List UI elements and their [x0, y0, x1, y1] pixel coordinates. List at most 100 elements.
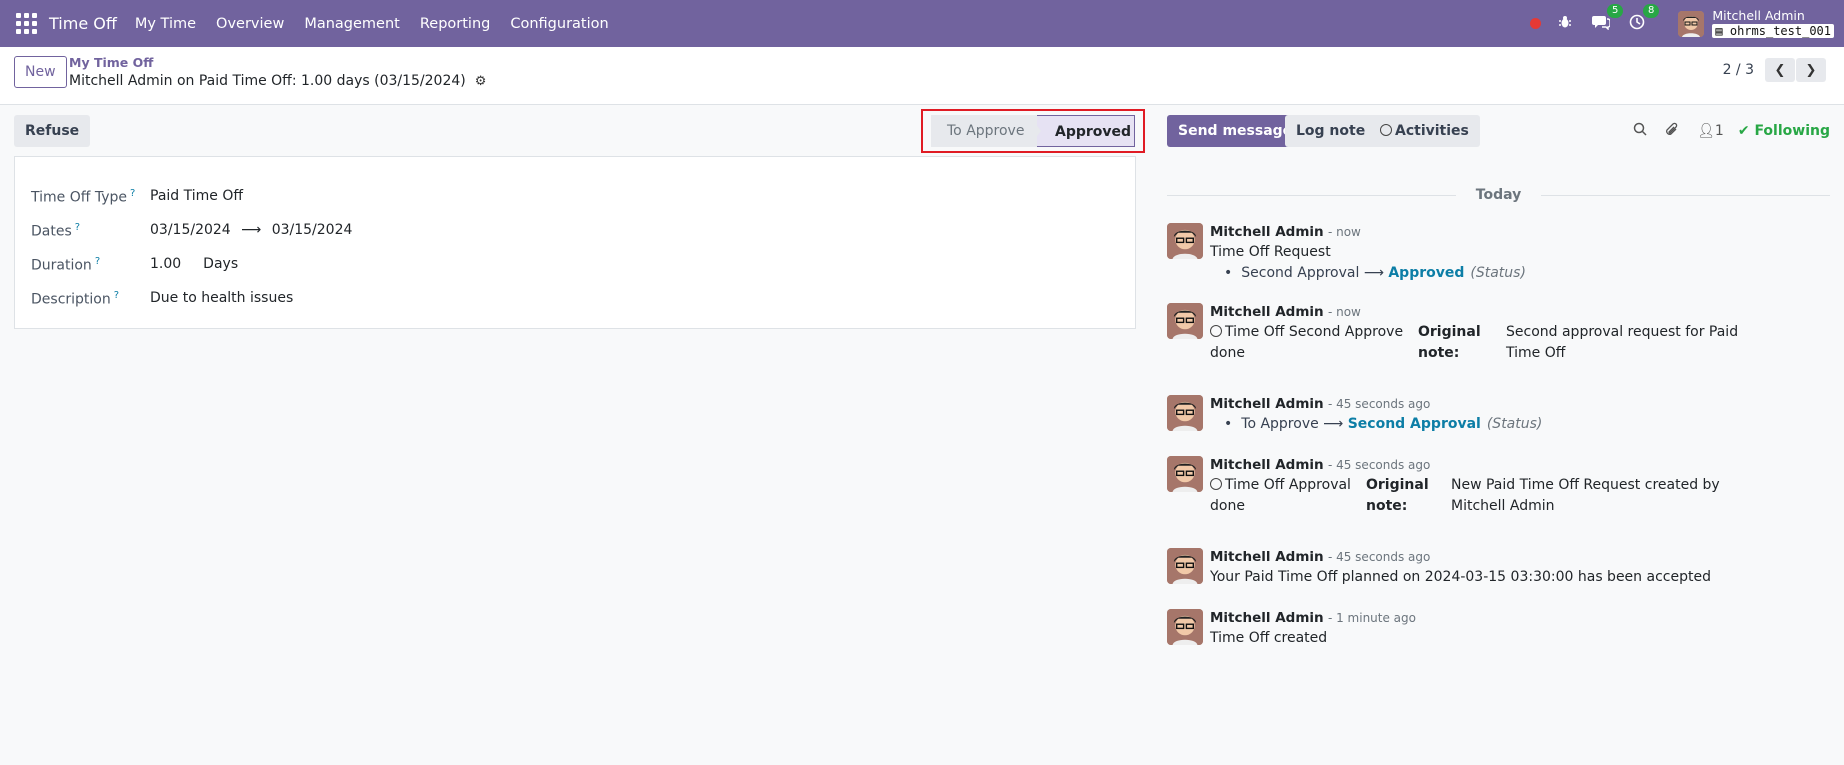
field-label-duration: Duration?: [31, 256, 150, 274]
date-to[interactable]: 03/15/2024: [272, 222, 353, 238]
app-name[interactable]: Time Off: [49, 14, 117, 33]
original-note-value: New Paid Time Off Request created by Mit…: [1451, 477, 1720, 514]
description-value[interactable]: Due to health issues: [150, 290, 293, 308]
message-header: Mitchell Admin - 45 seconds ago: [1210, 547, 1825, 567]
pager-next-button[interactable]: ❯: [1796, 58, 1826, 82]
activity-clock-icon: [1210, 325, 1222, 337]
activities-button[interactable]: Activities: [1369, 115, 1480, 147]
help-tooltip-icon[interactable]: ?: [114, 290, 119, 301]
stage-arrow: [1029, 115, 1041, 147]
type-label-text: Time Off Type: [31, 189, 127, 206]
message-author[interactable]: Mitchell Admin: [1210, 457, 1324, 473]
menu-reporting[interactable]: Reporting: [420, 16, 491, 32]
pager: 2 / 3 ❮ ❯: [1723, 58, 1826, 82]
statusbar-highlight: To Approve Approved: [921, 109, 1145, 153]
followers-button[interactable]: 👤︎1: [1697, 123, 1724, 139]
field-dates: Dates? 03/15/2024 ⟶ 03/15/2024: [31, 222, 352, 240]
message-body: Mitchell Admin - 45 seconds ago Your Pai…: [1210, 547, 1825, 588]
message-author[interactable]: Mitchell Admin: [1210, 304, 1324, 320]
track-field: (Status): [1470, 265, 1526, 281]
message-body: Mitchell Admin - now Time Off Second App…: [1210, 302, 1825, 364]
apps-grid-icon[interactable]: [14, 12, 38, 36]
date-from[interactable]: 03/15/2024: [150, 222, 231, 238]
message-header: Mitchell Admin - 45 seconds ago: [1210, 394, 1825, 414]
help-tooltip-icon[interactable]: ?: [130, 188, 135, 199]
author-avatar[interactable]: [1167, 456, 1203, 492]
message-header: Mitchell Admin - now: [1210, 302, 1825, 322]
clock-icon: [1380, 124, 1392, 136]
chevron-right-icon: ❯: [1805, 62, 1817, 78]
help-tooltip-icon[interactable]: ?: [95, 256, 100, 267]
database-label: ohrms_test_001: [1729, 24, 1831, 38]
field-label-description: Description?: [31, 290, 150, 308]
activities-badge: 8: [1643, 3, 1660, 18]
original-note-label: Original note:: [1418, 324, 1481, 361]
recording-dot-icon[interactable]: [1530, 18, 1542, 29]
tracking-value: Second Approval ⟶ Approved (Status): [1238, 263, 1825, 284]
message-header: Mitchell Admin - 45 seconds ago: [1210, 455, 1825, 475]
author-avatar[interactable]: [1167, 223, 1203, 259]
author-avatar[interactable]: [1167, 548, 1203, 584]
date-separator-label: Today: [1475, 187, 1522, 203]
messages-badge: 5: [1607, 3, 1624, 18]
message-body: Mitchell Admin - now Time Off Request Se…: [1210, 222, 1825, 284]
field-duration: Duration? 1.00 Days: [31, 256, 238, 274]
duration-label-text: Duration: [31, 257, 92, 274]
duration-number[interactable]: 1.00: [150, 256, 181, 272]
stage-approved[interactable]: Approved: [1037, 115, 1135, 147]
pager-value[interactable]: 2 / 3: [1723, 62, 1754, 78]
user-avatar[interactable]: [1678, 10, 1705, 37]
message-author[interactable]: Mitchell Admin: [1210, 396, 1324, 412]
message-author[interactable]: Mitchell Admin: [1210, 610, 1324, 626]
date-separator: Today: [1167, 185, 1831, 205]
control-panel: New My Time Off Mitchell Admin on Paid T…: [0, 47, 1844, 105]
activities-clock-icon[interactable]: 8: [1628, 3, 1660, 34]
new-button[interactable]: New: [14, 56, 67, 88]
gear-icon[interactable]: ⚙: [475, 74, 487, 89]
time-off-type-value[interactable]: Paid Time Off: [150, 188, 243, 206]
field-time-off-type: Time Off Type? Paid Time Off: [31, 188, 243, 206]
separator-line: [1167, 194, 1456, 196]
search-icon[interactable]: [1633, 122, 1647, 140]
message-date: - now: [1327, 225, 1361, 239]
field-label-dates: Dates?: [31, 222, 150, 240]
menu-configuration[interactable]: Configuration: [510, 16, 608, 32]
author-avatar[interactable]: [1167, 609, 1203, 645]
author-avatar[interactable]: [1167, 303, 1203, 339]
arrow-right-icon: ⟶: [1323, 416, 1344, 432]
message-author[interactable]: Mitchell Admin: [1210, 549, 1324, 565]
help-tooltip-icon[interactable]: ?: [75, 222, 80, 233]
message-author[interactable]: Mitchell Admin: [1210, 224, 1324, 240]
stage-to-approve[interactable]: To Approve: [931, 115, 1037, 147]
breadcrumb[interactable]: My Time Off: [69, 55, 153, 70]
refuse-button[interactable]: Refuse: [14, 115, 91, 147]
following-button[interactable]: ✔ Following: [1738, 123, 1830, 139]
pager-previous-button[interactable]: ❮: [1765, 58, 1795, 82]
message-header: Mitchell Admin - now: [1210, 222, 1825, 242]
dates-label-text: Dates: [31, 223, 72, 240]
activity-title: Time Off Approval done: [1210, 475, 1366, 517]
form-sheet: Time Off Type? Paid Time Off Dates? 03/1…: [14, 156, 1136, 329]
activities-label: Activities: [1395, 123, 1469, 139]
message-body: Mitchell Admin - 1 minute ago Time Off c…: [1210, 608, 1825, 649]
track-old-value: Second Approval: [1241, 265, 1360, 281]
send-message-button[interactable]: Send message: [1167, 115, 1304, 147]
dates-value: 03/15/2024 ⟶ 03/15/2024: [150, 222, 352, 240]
track-new-value: Approved: [1388, 265, 1465, 281]
activity-title: Time Off Second Approve done: [1210, 322, 1418, 364]
database-icon: ▤: [1715, 24, 1730, 38]
log-note-button[interactable]: Log note: [1285, 115, 1377, 147]
paperclip-icon[interactable]: [1665, 122, 1679, 141]
author-avatar[interactable]: [1167, 395, 1203, 431]
field-label-type: Time Off Type?: [31, 188, 150, 206]
track-field: (Status): [1486, 416, 1543, 432]
menu-my-time[interactable]: My Time: [135, 16, 196, 32]
bug-icon[interactable]: [1556, 14, 1574, 33]
check-icon: ✔: [1737, 123, 1755, 139]
messages-icon[interactable]: 5: [1592, 3, 1624, 34]
user-menu[interactable]: Mitchell Admin ▤ ohrms_test_001: [1712, 9, 1834, 38]
followers-count: 1: [1714, 123, 1724, 139]
menu-overview[interactable]: Overview: [216, 16, 284, 32]
menu-management[interactable]: Management: [304, 16, 400, 32]
duration-unit: Days: [203, 256, 239, 272]
